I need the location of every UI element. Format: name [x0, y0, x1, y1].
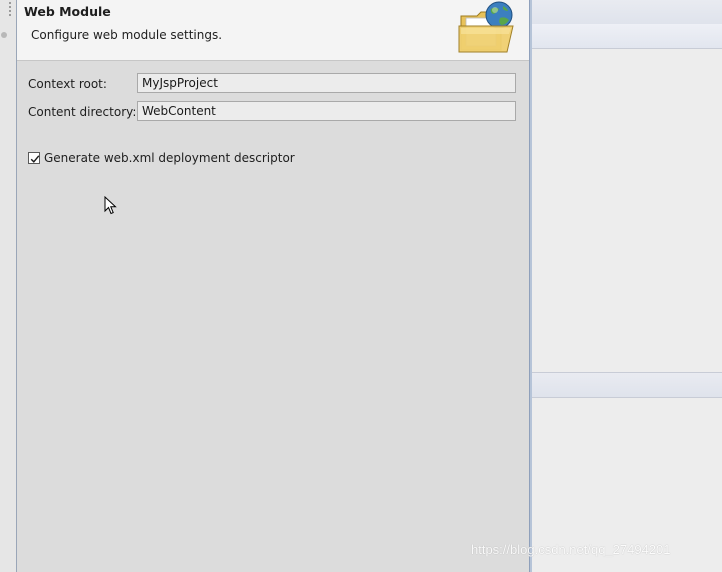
content-directory-input[interactable]: WebContent: [137, 101, 516, 121]
mouse-pointer-icon: [104, 196, 117, 215]
context-root-label: Context root:: [28, 77, 107, 91]
ide-background-panel: [530, 0, 722, 572]
dot-icon: [1, 32, 7, 38]
page-description: Configure web module settings.: [31, 28, 223, 42]
generate-descriptor-label: Generate web.xml deployment descriptor: [44, 151, 295, 165]
watermark-text: https://blog.csdn.net/qq_27494201: [471, 542, 671, 557]
content-directory-row: Content directory: WebContent: [28, 101, 523, 125]
wizard-dialog: Web Module Configure web module settings…: [16, 0, 532, 572]
drag-handle-icon[interactable]: [9, 2, 13, 16]
generate-descriptor-checkbox[interactable]: [28, 152, 40, 164]
context-root-input[interactable]: MyJspProject: [137, 73, 516, 93]
web-folder-globe-icon: [458, 1, 514, 53]
ide-view-header: [530, 372, 722, 398]
ide-left-strip: [0, 0, 17, 572]
ide-toolbar: [530, 0, 722, 25]
checkmark-icon: [30, 155, 40, 163]
wizard-banner: Web Module Configure web module settings…: [17, 0, 529, 61]
ide-tab-bar: [530, 24, 722, 49]
context-root-row: Context root: MyJspProject: [28, 73, 523, 97]
content-directory-label: Content directory:: [28, 105, 137, 119]
page-title: Web Module: [24, 4, 111, 19]
